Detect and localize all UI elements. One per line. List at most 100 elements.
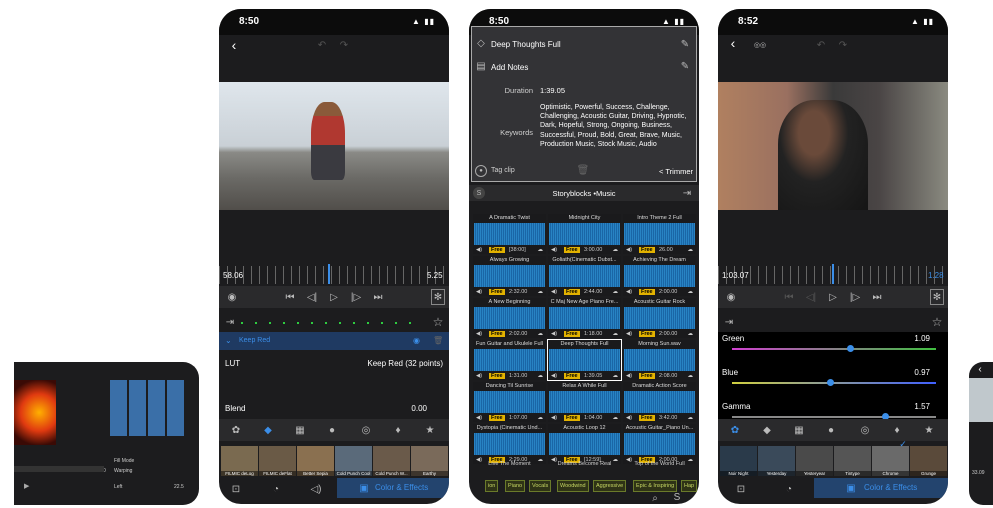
tag-clip[interactable]: Tag clip: [491, 167, 515, 174]
vignette-icon[interactable]: ◎: [858, 423, 872, 437]
grid-icon[interactable]: ▦: [792, 423, 806, 437]
cloud-icon[interactable]: ☁: [538, 289, 544, 295]
star-icon[interactable]: ☆: [431, 315, 445, 329]
cloud-icon[interactable]: ☁: [613, 373, 619, 379]
music-clip[interactable]: Deep Thoughts Full ◀) Free 1:39.05 ☁: [547, 339, 622, 381]
music-clip[interactable]: Dramatic Action Score ◀) Free 3:42.00 ☁: [623, 382, 696, 422]
star-icon[interactable]: ☆: [930, 315, 944, 329]
search-icon[interactable]: ⌕: [649, 493, 661, 504]
loop-toggle-icon[interactable]: ◉: [724, 291, 738, 303]
tag-clip-icon[interactable]: ●: [475, 165, 487, 177]
play-icon[interactable]: ▷: [826, 291, 840, 303]
lut-thumb[interactable]: Cold Punch W...: [373, 446, 410, 476]
green-slider[interactable]: [732, 345, 936, 352]
speed-icon[interactable]: ◔: [782, 482, 796, 496]
crop-icon[interactable]: ⊡: [229, 482, 243, 496]
drop-icon[interactable]: ●: [824, 423, 838, 437]
slider-knob[interactable]: [847, 345, 854, 352]
cloud-icon[interactable]: ☁: [538, 331, 544, 337]
step-back-icon[interactable]: ◁|: [804, 291, 818, 303]
vignette-icon[interactable]: ◎: [359, 423, 373, 437]
edit-notes-icon[interactable]: ✎: [679, 60, 691, 72]
play-icon[interactable]: ▶: [24, 482, 29, 490]
palette-icon[interactable]: ✿: [229, 423, 243, 437]
lut-thumb[interactable]: Cold Punch Cool: [335, 446, 372, 476]
cloud-icon[interactable]: ☁: [688, 331, 694, 337]
music-clip[interactable]: Acoustic Guitar_Piano Un... ◀) Free 2:00.00…: [623, 424, 696, 464]
tag-button[interactable]: Aggressive: [593, 480, 627, 492]
playhead[interactable]: [832, 264, 834, 284]
filter-thumb[interactable]: Yesterday: [758, 446, 795, 476]
music-clip[interactable]: Relax A While Full ◀) Free 1:04.00 ☁: [548, 382, 621, 422]
trimmer-button[interactable]: < Trimmer: [659, 167, 693, 176]
filter-thumb[interactable]: Yesteryear: [796, 446, 833, 476]
cloud-icon[interactable]: ☁: [538, 415, 544, 421]
step-back-icon[interactable]: ◁|: [305, 291, 319, 303]
play-icon[interactable]: ▷: [327, 291, 341, 303]
cloud-icon[interactable]: ☁: [613, 415, 619, 421]
cloud-icon[interactable]: ☁: [538, 373, 544, 379]
redo-icon[interactable]: ↷: [337, 37, 351, 53]
trash-icon[interactable]: 🗑: [433, 336, 443, 345]
music-clip[interactable]: C Maj New Age Piano Fre... ◀) Free 1:18.00 ☁: [548, 298, 621, 338]
fill-mode-item[interactable]: Fill Mode: [114, 458, 134, 464]
warping-item[interactable]: Warping: [114, 468, 132, 474]
filter-thumb[interactable]: Grunge: [910, 446, 947, 476]
speaker-icon[interactable]: ◀): [476, 331, 482, 337]
music-clip[interactable]: Morning Sun.wav ◀) Free 2:08.00 ☁: [623, 340, 696, 380]
speaker-icon[interactable]: ◀): [551, 331, 557, 337]
filter-thumb[interactable]: Tintype: [834, 446, 871, 476]
music-clip[interactable]: Dystopia (Cinematic Und... ◀) Free 2:29.00 ☁: [473, 424, 546, 464]
redo-icon[interactable]: ↷: [836, 37, 850, 53]
step-forward-icon[interactable]: |▷: [349, 291, 363, 303]
music-clip[interactable]: Acoustic Guitar Rock ◀) Free 2:00.00 ☁: [623, 298, 696, 338]
trash-icon[interactable]: 🗑: [577, 164, 590, 176]
speaker-icon[interactable]: ◀): [476, 373, 482, 379]
lut-thumb[interactable]: Better Sepia: [297, 446, 334, 476]
cube-icon[interactable]: ◆: [760, 423, 774, 437]
blue-slider[interactable]: [732, 379, 936, 386]
speaker-icon[interactable]: ◀): [551, 415, 557, 421]
speaker-icon[interactable]: ◀): [626, 373, 632, 379]
add-notes[interactable]: Add Notes: [491, 63, 528, 72]
snowflake-icon[interactable]: ✻: [930, 289, 944, 305]
back-icon[interactable]: ‹: [975, 364, 985, 375]
speaker-icon[interactable]: ◀): [476, 289, 482, 295]
star-filled-icon[interactable]: ★: [423, 423, 437, 437]
back-icon[interactable]: ‹: [726, 35, 740, 51]
timeline-strip[interactable]: [14, 466, 104, 472]
loop-toggle-icon[interactable]: ◉: [225, 291, 239, 303]
lut-thumb[interactable]: FILMIC deLog: [221, 446, 258, 476]
cloud-icon[interactable]: ☁: [688, 373, 694, 379]
music-clip[interactable]: A New Beginning ◀) Free 2:02.00 ☁: [473, 298, 546, 338]
keyframe-track[interactable]: [241, 322, 421, 324]
cloud-icon[interactable]: ☁: [538, 247, 544, 253]
chevron-down-icon[interactable]: ⌄: [225, 336, 232, 345]
lut-value[interactable]: Keep Red (32 points): [367, 359, 443, 368]
cloud-icon[interactable]: ☁: [613, 289, 619, 295]
music-clip[interactable]: Acoustic Loop 12 ◀) Free [12:59] ☁: [548, 424, 621, 464]
speaker-icon[interactable]: ◀): [626, 289, 632, 295]
speed-icon[interactable]: ◔: [269, 482, 283, 496]
bulb-icon[interactable]: ♦: [391, 423, 405, 437]
edit-title-icon[interactable]: ✎: [679, 38, 691, 50]
music-clip[interactable]: Goliath(Cinematic Dubst... ◀) Free 2:44.00 ☁: [548, 256, 621, 296]
music-clip[interactable]: Midnight City ◀) Free 3:00.00 ☁: [548, 214, 621, 254]
gamma-slider[interactable]: [732, 413, 936, 420]
undo-icon[interactable]: ↶: [315, 37, 329, 53]
cloud-icon[interactable]: ☁: [688, 415, 694, 421]
crop-icon[interactable]: ⊡: [734, 482, 748, 496]
skip-end-icon[interactable]: ⏭: [371, 291, 385, 303]
step-forward-icon[interactable]: |▷: [848, 291, 862, 303]
filter-thumb[interactable]: Noir Night: [720, 446, 757, 476]
speaker-icon[interactable]: ◀): [626, 415, 632, 421]
eye-icon[interactable]: ◉: [413, 336, 420, 345]
music-clip[interactable]: Always Growing ◀) Free 2:32.00 ☁: [473, 256, 546, 296]
speaker-icon[interactable]: ◀): [551, 289, 557, 295]
drop-icon[interactable]: ●: [325, 423, 339, 437]
lut-thumb[interactable]: Earthy: [411, 446, 448, 476]
music-clip[interactable]: A Dramatic Twist ◀) Free [38:00] ☁: [473, 214, 546, 254]
timeline-ruler[interactable]: [219, 266, 449, 284]
volume-icon[interactable]: ◁): [309, 482, 323, 496]
skip-start-icon[interactable]: ⏮: [782, 291, 796, 303]
